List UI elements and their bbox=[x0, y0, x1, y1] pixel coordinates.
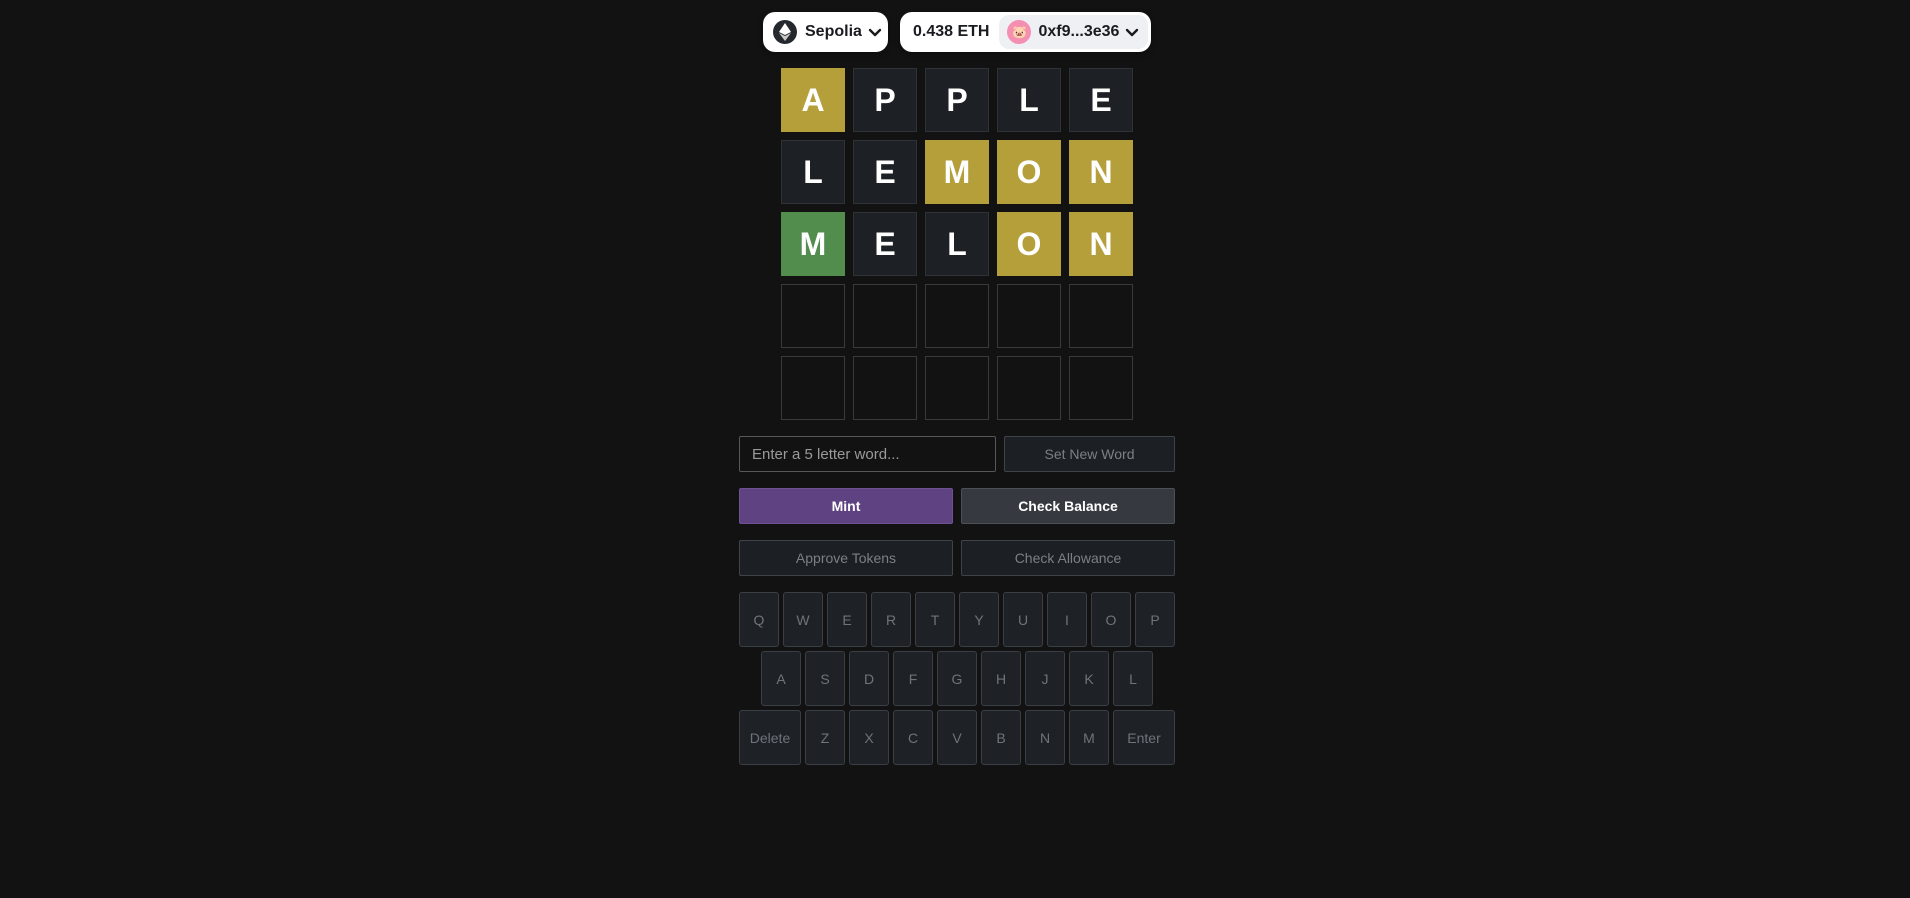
key-i[interactable]: I bbox=[1047, 592, 1087, 647]
key-l[interactable]: L bbox=[1113, 651, 1153, 706]
board-tile: P bbox=[853, 68, 917, 132]
key-d[interactable]: D bbox=[849, 651, 889, 706]
key-z[interactable]: Z bbox=[805, 710, 845, 765]
mint-button[interactable]: Mint bbox=[739, 488, 953, 524]
board-tile: O bbox=[997, 212, 1061, 276]
key-n[interactable]: N bbox=[1025, 710, 1065, 765]
board-tile: E bbox=[853, 140, 917, 204]
wallet-address: 0xf9...3e36 bbox=[1038, 23, 1120, 40]
key-p[interactable]: P bbox=[1135, 592, 1175, 647]
board-tile bbox=[1069, 284, 1133, 348]
key-v[interactable]: V bbox=[937, 710, 977, 765]
key-q[interactable]: Q bbox=[739, 592, 779, 647]
network-label: Sepolia bbox=[805, 23, 862, 40]
delete-key[interactable]: Delete bbox=[739, 710, 801, 765]
account-button[interactable]: 0.438 ETH 🐷 0xf9...3e36 bbox=[900, 12, 1151, 52]
board-tile bbox=[853, 356, 917, 420]
board-tile: E bbox=[1069, 68, 1133, 132]
keyboard-row-2: ASDFGHJKL bbox=[761, 651, 1153, 706]
board-tile: L bbox=[925, 212, 989, 276]
board-tile bbox=[853, 284, 917, 348]
address-pill[interactable]: 🐷 0xf9...3e36 bbox=[999, 15, 1148, 49]
keyboard-row-3: Delete Z X C V B N M Enter bbox=[739, 710, 1175, 765]
board-tile: O bbox=[997, 140, 1061, 204]
board-tile: L bbox=[997, 68, 1061, 132]
board-tile: M bbox=[925, 140, 989, 204]
board-tile: P bbox=[925, 68, 989, 132]
avatar: 🐷 bbox=[1007, 20, 1032, 44]
board-tile: N bbox=[1069, 212, 1133, 276]
key-k[interactable]: K bbox=[1069, 651, 1109, 706]
board-tile: N bbox=[1069, 140, 1133, 204]
key-a[interactable]: A bbox=[761, 651, 801, 706]
key-j[interactable]: J bbox=[1025, 651, 1065, 706]
board-tile bbox=[997, 284, 1061, 348]
board-tile: L bbox=[781, 140, 845, 204]
board-tile bbox=[1069, 356, 1133, 420]
app-root: Sepolia 0.438 ETH 🐷 0xf9...3e36 APPLELEM… bbox=[0, 0, 1910, 898]
key-f[interactable]: F bbox=[893, 651, 933, 706]
key-c[interactable]: C bbox=[893, 710, 933, 765]
key-x[interactable]: X bbox=[849, 710, 889, 765]
key-m[interactable]: M bbox=[1069, 710, 1109, 765]
key-t[interactable]: T bbox=[915, 592, 955, 647]
key-e[interactable]: E bbox=[827, 592, 867, 647]
game-board: APPLELEMONMELON bbox=[781, 68, 1133, 420]
set-new-word-button[interactable]: Set New Word bbox=[1004, 436, 1175, 472]
board-tile bbox=[925, 284, 989, 348]
eth-balance: 0.438 ETH bbox=[913, 23, 990, 40]
key-u[interactable]: U bbox=[1003, 592, 1043, 647]
key-s[interactable]: S bbox=[805, 651, 845, 706]
key-w[interactable]: W bbox=[783, 592, 823, 647]
check-balance-button[interactable]: Check Balance bbox=[961, 488, 1175, 524]
network-selector-button[interactable]: Sepolia bbox=[763, 12, 888, 52]
approve-tokens-button[interactable]: Approve Tokens bbox=[739, 540, 953, 576]
word-input[interactable] bbox=[739, 436, 996, 472]
board-tile: M bbox=[781, 212, 845, 276]
key-y[interactable]: Y bbox=[959, 592, 999, 647]
keyboard-row-1: QWERTYUIOP bbox=[739, 592, 1175, 647]
ethereum-icon bbox=[773, 20, 797, 44]
board-tile bbox=[997, 356, 1061, 420]
key-r[interactable]: R bbox=[871, 592, 911, 647]
board-tile bbox=[925, 356, 989, 420]
board-tile bbox=[781, 356, 845, 420]
board-tile: A bbox=[781, 68, 845, 132]
check-allowance-button[interactable]: Check Allowance bbox=[961, 540, 1175, 576]
chevron-down-icon bbox=[868, 28, 882, 37]
chevron-down-icon bbox=[1125, 28, 1139, 37]
key-g[interactable]: G bbox=[937, 651, 977, 706]
enter-key[interactable]: Enter bbox=[1113, 710, 1175, 765]
key-h[interactable]: H bbox=[981, 651, 1021, 706]
key-b[interactable]: B bbox=[981, 710, 1021, 765]
board-tile: E bbox=[853, 212, 917, 276]
key-o[interactable]: O bbox=[1091, 592, 1131, 647]
board-tile bbox=[781, 284, 845, 348]
